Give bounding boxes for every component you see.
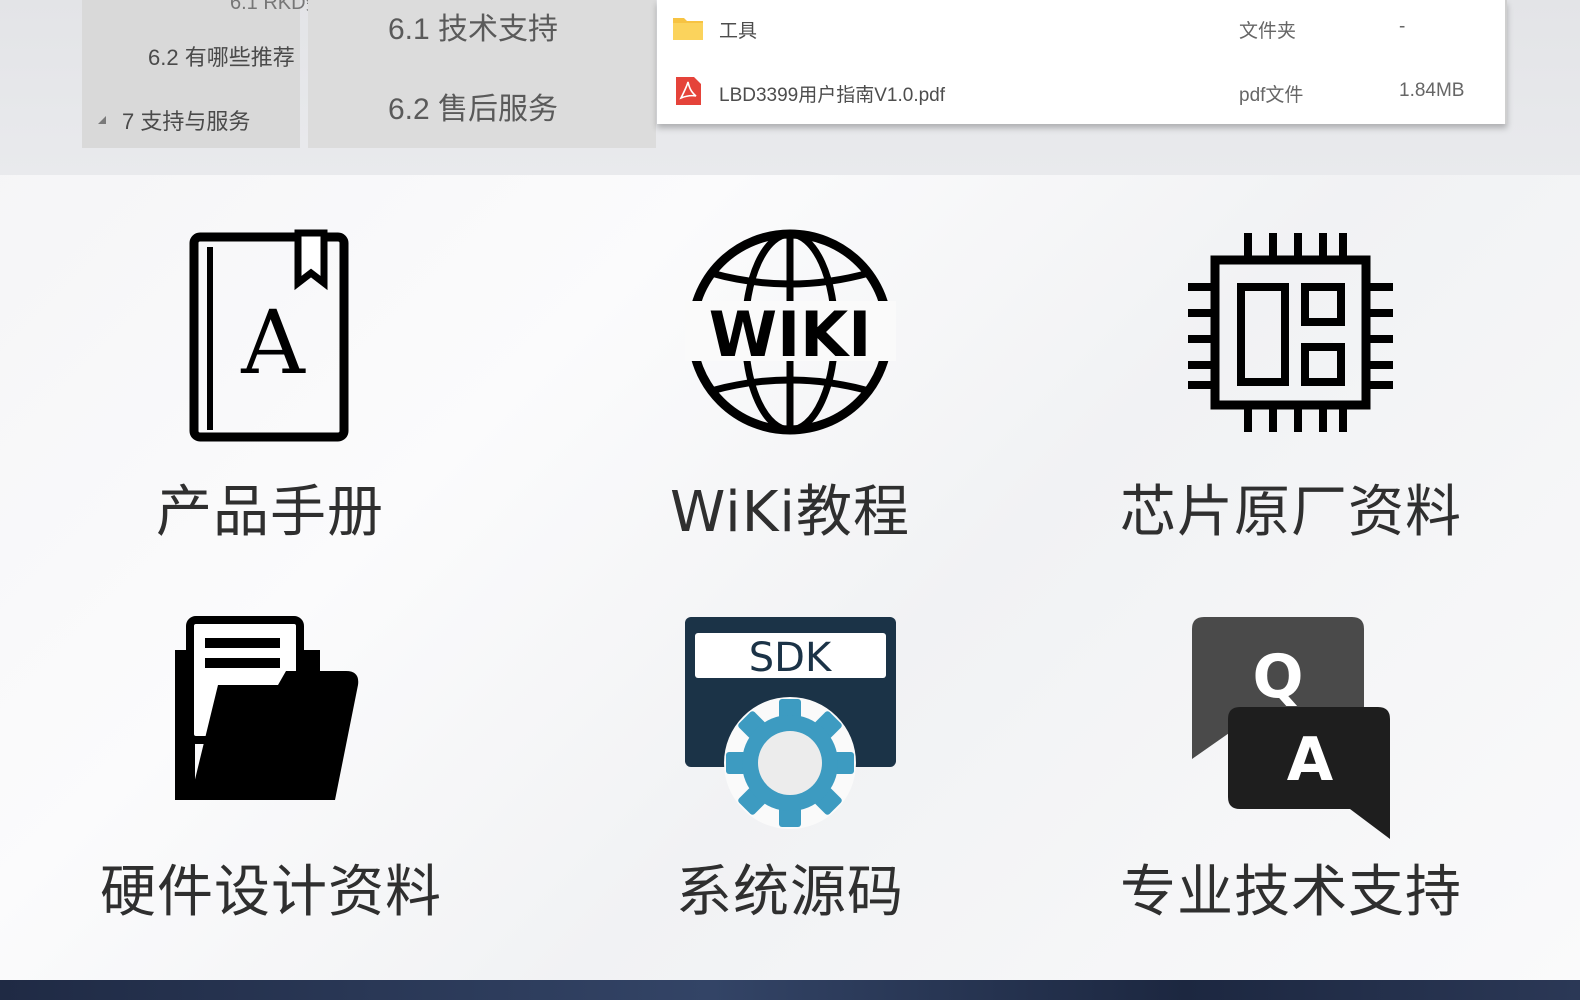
folder-documents-icon: [175, 616, 359, 800]
footer-bar: [0, 980, 1580, 1000]
tile-hardware-design[interactable]: 硬件设计资料: [100, 615, 441, 925]
section-6-2[interactable]: 6.2 售后服务: [388, 84, 558, 128]
file-row[interactable]: LBD3399用户指南V1.0.pdf pdf文件 1.84MB: [657, 72, 1505, 112]
file-size: -: [1399, 16, 1406, 37]
a-letter: A: [1287, 725, 1334, 795]
expand-triangle-icon[interactable]: [98, 116, 106, 124]
tile-chip-docs[interactable]: 芯片原厂资料: [1120, 225, 1461, 545]
toc-item-7-label: 7 支持与服务: [122, 109, 251, 134]
file-size: 1.84MB: [1399, 80, 1465, 101]
sdk-text: SDK: [748, 635, 832, 681]
pdf-icon: [676, 77, 701, 105]
tile-tech-support[interactable]: Q A 专业技术支持: [1120, 615, 1461, 925]
toc-item-6-2[interactable]: 6.2 有哪些推荐: [148, 40, 298, 72]
folder-icon: [673, 18, 703, 40]
wiki-text: WIKI: [708, 298, 871, 371]
tile-label: 芯片原厂资料: [1120, 480, 1462, 545]
chip-icon: [1187, 233, 1393, 432]
section-panel: 6.1 技术支持 6.2 售后服务: [308, 0, 656, 148]
tile-product-manual[interactable]: A 产品手册: [100, 225, 440, 545]
q-letter: Q: [1252, 642, 1303, 712]
tile-label: 系统源码: [676, 860, 904, 925]
svg-text:A: A: [240, 291, 306, 394]
qa-bubbles-icon: Q A: [1192, 617, 1390, 839]
wiki-globe-icon: WIKI: [684, 229, 896, 435]
tile-label: 专业技术支持: [1120, 860, 1462, 925]
book-icon: A: [189, 229, 349, 442]
tile-label: 产品手册: [156, 480, 384, 545]
toc-item-7[interactable]: 7 支持与服务: [98, 104, 250, 136]
file-list: 工具 文件夹 - LBD3399用户指南V1.0.pdf pdf文件 1.84M…: [657, 0, 1507, 124]
file-type: 文件夹: [1239, 21, 1297, 42]
tile-label: 硬件设计资料: [100, 860, 442, 925]
sdk-gear-icon: SDK: [684, 617, 896, 829]
section-6-1[interactable]: 6.1 技术支持: [388, 4, 558, 48]
toc-panel: 6.1 RKD数据 6.2 有哪些推荐 7 支持与服务: [82, 0, 346, 148]
file-row[interactable]: 工具 文件夹 -: [657, 8, 1505, 48]
tile-wiki[interactable]: WIKI WiKi教程: [620, 225, 960, 545]
file-name: 工具: [719, 21, 758, 42]
file-name: LBD3399用户指南V1.0.pdf: [719, 85, 946, 106]
tile-label: WiKi教程: [670, 480, 910, 545]
tile-system-source[interactable]: SDK 系统源码: [620, 615, 960, 925]
file-type: pdf文件: [1239, 85, 1304, 106]
